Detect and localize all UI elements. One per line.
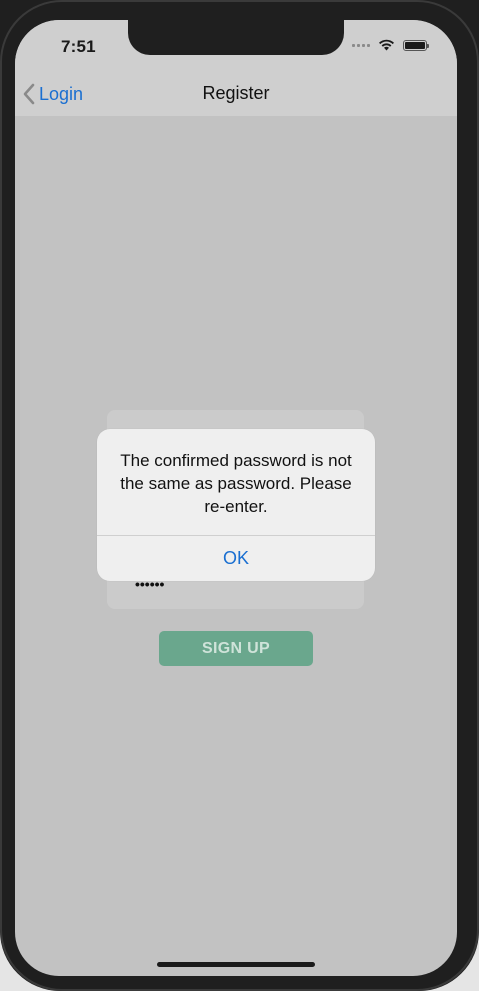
status-icons: [352, 39, 429, 51]
cellular-signal-icon: [352, 43, 370, 47]
camera-notch: [128, 20, 344, 55]
alert-dialog: The confirmed password is not the same a…: [97, 429, 375, 581]
status-bar: 7:51: [15, 20, 457, 72]
signup-button[interactable]: SIGN UP: [159, 631, 313, 666]
battery-icon: [403, 39, 429, 51]
phone-screen: 7:51 Login Register •••••• SIGN UP The c…: [15, 20, 457, 976]
navigation-bar: Login Register: [15, 72, 457, 116]
device-frame: 7:51 Login Register •••••• SIGN UP The c…: [0, 0, 479, 991]
alert-ok-button[interactable]: OK: [97, 536, 375, 581]
page-title: Register: [202, 83, 270, 103]
home-indicator[interactable]: [157, 962, 315, 967]
status-time: 7:51: [61, 37, 96, 56]
wifi-icon: [379, 39, 394, 51]
alert-message: The confirmed password is not the same a…: [120, 451, 352, 516]
